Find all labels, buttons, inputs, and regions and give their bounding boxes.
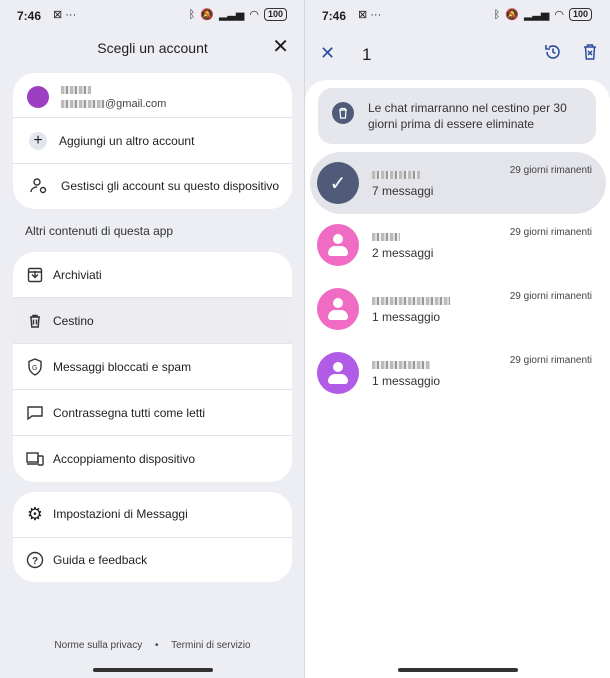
terms-link[interactable]: Termini di servizio: [171, 640, 250, 651]
home-indicator[interactable]: [397, 668, 518, 672]
privacy-link[interactable]: Norme sulla privacy: [54, 640, 142, 651]
conversation-item[interactable]: 1 messaggio 29 giorni rimanenti: [305, 342, 610, 404]
selection-toolbar: ✕ 1: [305, 30, 610, 80]
mute-icon: 🔕: [505, 9, 519, 21]
bluetooth-icon: ᛒ: [188, 8, 196, 21]
manage-accounts-icon: [29, 176, 49, 196]
menu-item-blocked-spam[interactable]: G Messaggi bloccati e spam: [13, 344, 292, 389]
trash-info-banner: Le chat rimarranno nel cestino per 30 gi…: [318, 88, 596, 144]
menu-item-device-pairing[interactable]: Accoppiamento dispositivo: [13, 436, 292, 481]
menu-item-label: Messaggi bloccati e spam: [53, 359, 192, 374]
conversation-item[interactable]: ✓ 7 messaggi 29 giorni rimanenti: [310, 152, 606, 214]
manage-accounts-button[interactable]: Gestisci gli account su questo dispositi…: [13, 169, 292, 203]
svg-text:G: G: [32, 365, 37, 372]
battery-icon: 100: [263, 8, 287, 21]
help-icon: ?: [25, 550, 45, 570]
message-count: 1 messaggio: [372, 310, 441, 324]
app-menu-card: Archiviati Cestino G Messaggi bloccati e…: [13, 252, 292, 482]
account-card: @gmail.com + Aggiungi un altro account G…: [13, 73, 292, 209]
close-icon[interactable]: ✕: [320, 43, 335, 64]
delete-forever-icon[interactable]: [582, 43, 598, 66]
dialog-title: Scegli un account: [97, 40, 208, 56]
status-icons: ᛒ 🔕 ▂▃▅ ◠ 100: [189, 8, 287, 21]
message-count: 1 messaggio: [372, 374, 441, 388]
shield-icon: G: [25, 357, 45, 377]
settings-label: Impostazioni di Messaggi: [53, 507, 188, 521]
wifi-icon: ◠: [554, 9, 564, 21]
status-bar: 7:46 ⊠ ··· ᛒ 🔕 ▂▃▅ ◠ 100: [0, 0, 305, 30]
trash-panel: 7:46 ⊠ ··· ᛒ 🔕 ▂▃▅ ◠ 100 ✕ 1 Le chat rim…: [305, 0, 610, 678]
notification-icon: ⊠ ···: [53, 9, 77, 21]
menu-item-trash[interactable]: Cestino: [13, 298, 292, 343]
signal-icon: ▂▃▅: [523, 9, 550, 21]
footer-links: Norme sulla privacy • Termini di servizi…: [0, 640, 305, 651]
trash-icon: [25, 311, 45, 331]
trash-icon: [332, 102, 354, 124]
footer-bullet: •: [155, 640, 159, 651]
add-account-label: Aggiungi un altro account: [59, 134, 195, 148]
avatar: [27, 86, 49, 108]
mark-read-icon: [25, 403, 45, 423]
status-bar: 7:46 ⊠ ··· ᛒ 🔕 ▂▃▅ ◠ 100: [305, 0, 610, 30]
close-icon[interactable]: ✕: [272, 37, 289, 57]
help-feedback-button[interactable]: ? Guida e feedback: [13, 538, 292, 582]
trash-list: Le chat rimarranno nel cestino per 30 gi…: [305, 80, 610, 678]
wifi-icon: ◠: [249, 9, 259, 21]
contact-avatar-icon: [317, 352, 359, 394]
check-icon: ✓: [317, 162, 359, 204]
menu-item-label: Contrassegna tutti come letti: [53, 405, 206, 420]
conversation-item[interactable]: 2 messaggi 29 giorni rimanenti: [305, 214, 610, 276]
restore-icon[interactable]: [544, 43, 562, 66]
selected-count: 1: [362, 45, 372, 64]
account-row[interactable]: @gmail.com: [13, 81, 292, 113]
mute-icon: 🔕: [200, 9, 214, 21]
plus-icon: +: [29, 132, 47, 150]
svg-text:?: ?: [32, 556, 38, 567]
account-email: @gmail.com: [105, 98, 167, 110]
contact-avatar-icon: [317, 288, 359, 330]
days-remaining: 29 giorni rimanenti: [509, 355, 592, 366]
notification-icon: ⊠ ···: [358, 9, 382, 21]
menu-item-archived[interactable]: Archiviati: [13, 252, 292, 297]
bluetooth-icon: ᛒ: [493, 8, 501, 21]
device-pairing-icon: [25, 449, 45, 469]
manage-accounts-label: Gestisci gli account su questo dispositi…: [61, 179, 280, 193]
days-remaining: 29 giorni rimanenti: [509, 227, 592, 238]
add-account-button[interactable]: + Aggiungi un altro account: [13, 123, 292, 159]
archive-icon: [25, 265, 45, 285]
home-indicator[interactable]: [92, 668, 213, 672]
message-count: 2 messaggi: [372, 246, 434, 260]
account-chooser-panel: 7:46 ⊠ ··· ᛒ 🔕 ▂▃▅ ◠ 100 Scegli un accou…: [0, 0, 305, 678]
section-label: Altri contenuti di questa app: [25, 224, 174, 238]
days-remaining: 29 giorni rimanenti: [509, 291, 592, 302]
contact-name-redacted: [372, 292, 450, 310]
menu-item-label: Archiviati: [53, 267, 102, 282]
days-remaining: 29 giorni rimanenti: [509, 165, 592, 176]
battery-icon: 100: [568, 8, 592, 21]
menu-item-label: Cestino: [53, 313, 94, 328]
help-label: Guida e feedback: [53, 553, 148, 567]
signal-icon: ▂▃▅: [218, 9, 245, 21]
banner-text: Le chat rimarranno nel cestino per 30 gi…: [368, 101, 567, 131]
status-icons: ᛒ 🔕 ▂▃▅ ◠ 100: [494, 8, 592, 21]
contact-name-redacted: [372, 356, 430, 374]
menu-item-label: Accoppiamento dispositivo: [53, 451, 196, 466]
settings-card: ⚙ Impostazioni di Messaggi ? Guida e fee…: [13, 492, 292, 582]
menu-item-mark-all-read[interactable]: Contrassegna tutti come letti: [13, 390, 292, 435]
contact-name-redacted: [372, 166, 420, 184]
contact-name-redacted: [372, 228, 400, 246]
status-time: 7:46: [17, 9, 42, 23]
gear-icon: ⚙: [26, 503, 44, 524]
conversation-item[interactable]: 1 messaggio 29 giorni rimanenti: [305, 278, 610, 340]
status-time: 7:46: [322, 9, 347, 23]
settings-button[interactable]: ⚙ Impostazioni di Messaggi: [13, 492, 292, 536]
message-count: 7 messaggi: [372, 184, 434, 198]
contact-avatar-icon: [317, 224, 359, 266]
